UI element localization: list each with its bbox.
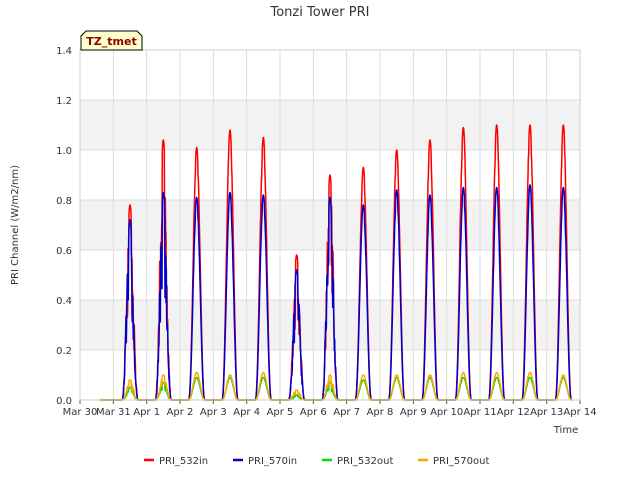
- annotation-text: TZ_tmet: [86, 35, 136, 48]
- x-tick-label: Apr 4: [233, 407, 260, 418]
- x-tick-label: Apr 6: [300, 407, 327, 418]
- y-axis-label: PRI Channel (W/m2/nm): [10, 165, 21, 285]
- legend-label: PRI_532out: [337, 456, 393, 467]
- x-tick-label: Apr 1: [133, 407, 160, 418]
- x-tick-label: Apr 13: [530, 407, 563, 418]
- y-tick-label: 0.4: [56, 296, 72, 307]
- plot-background: [80, 50, 580, 400]
- x-tick-label: Apr 11: [463, 407, 496, 418]
- x-tick-label: Apr 8: [367, 407, 394, 418]
- x-tick-label: Mar 31: [96, 407, 131, 418]
- y-tick-label: 0.6: [56, 246, 72, 257]
- y-tick-label: 0.2: [56, 346, 72, 357]
- x-tick-label: Apr 7: [333, 407, 360, 418]
- grid-band: [80, 300, 580, 350]
- y-tick-label: 1.2: [56, 96, 72, 107]
- x-tick-label: Mar 30: [63, 407, 98, 418]
- legend-label: PRI_532in: [159, 456, 208, 467]
- y-tick-label: 0.0: [56, 396, 72, 407]
- legend-label: PRI_570out: [433, 456, 489, 467]
- legend-label: PRI_570in: [248, 456, 297, 467]
- annotation-tag: TZ_tmet: [80, 30, 143, 51]
- chart: Tonzi Tower PRI 0.0 0.2 0.4 0.6 0.8 1.0 1.2 1.4…: [10, 5, 597, 467]
- y-tick-label: 0.8: [56, 196, 72, 207]
- x-tick-label: Apr 2: [167, 407, 194, 418]
- y-tick-label: 1.0: [56, 146, 72, 157]
- grid-band: [80, 100, 580, 150]
- x-tick-label: Apr 10: [430, 407, 463, 418]
- x-tick-label: Apr 5: [267, 407, 294, 418]
- chart-title: Tonzi Tower PRI: [270, 5, 370, 20]
- x-axis-label: Time: [553, 425, 578, 436]
- y-tick-label: 1.4: [56, 46, 72, 57]
- legend: PRI_532in PRI_570in PRI_532out PRI_570out: [144, 456, 489, 467]
- x-tick-label: Apr 14: [563, 407, 596, 418]
- grid-band: [80, 200, 580, 250]
- x-tick-label: Apr 3: [200, 407, 227, 418]
- x-tick-label: Apr 9: [400, 407, 427, 418]
- x-tick-label: Apr 12: [497, 407, 530, 418]
